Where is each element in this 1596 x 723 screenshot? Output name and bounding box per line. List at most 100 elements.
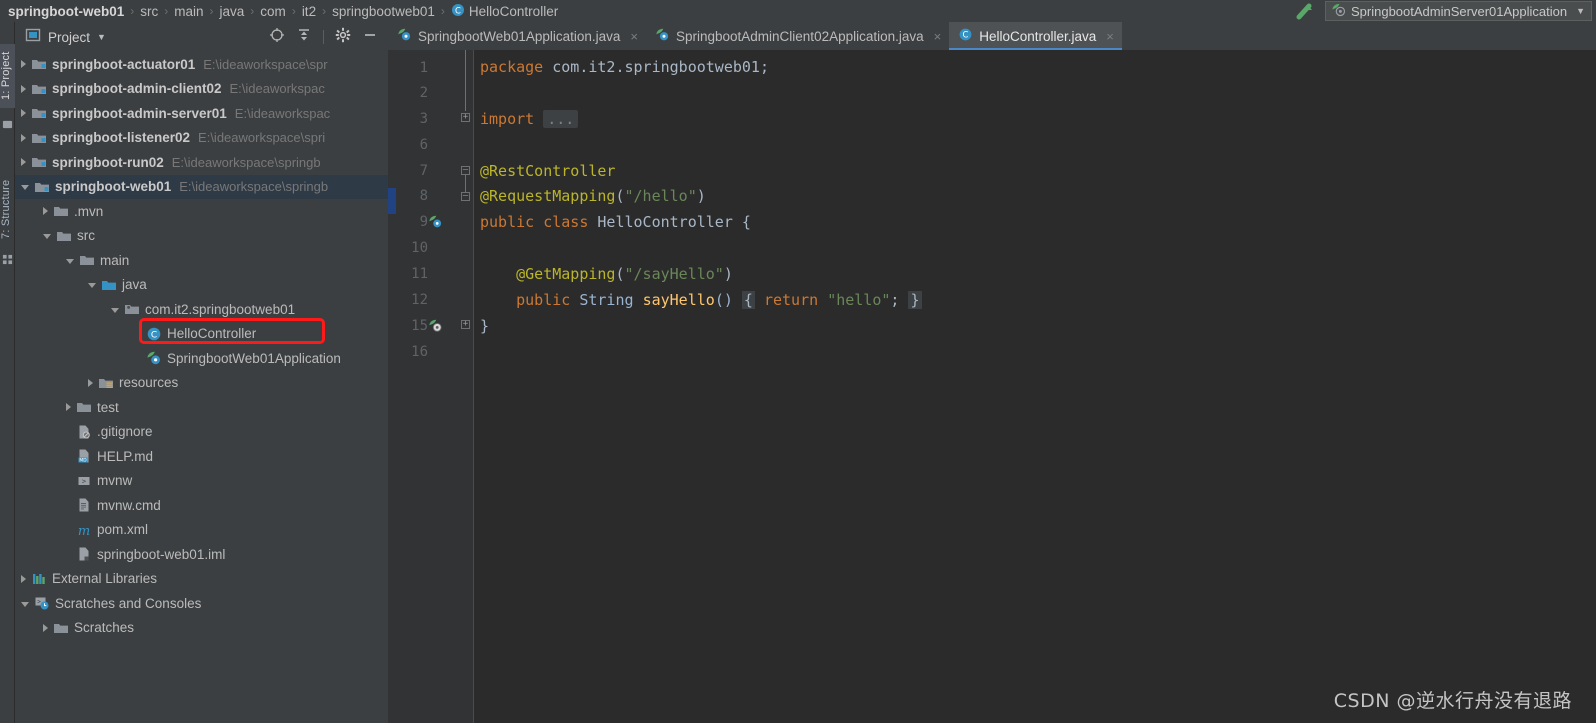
tree-item-mvnw[interactable]: > mvnw — [15, 469, 388, 494]
chevron-right-icon[interactable] — [21, 84, 26, 93]
breadcrumb-item-src[interactable]: src — [140, 4, 158, 19]
tab-springbootadminclient02application-java[interactable]: SpringbootAdminClient02Application.java … — [646, 22, 949, 50]
tree-item-gitignore[interactable]: .gitignore — [15, 420, 388, 445]
build-arrow-icon[interactable] — [1295, 2, 1319, 20]
breadcrumb-separator: › — [130, 4, 135, 18]
close-icon[interactable]: × — [1106, 29, 1114, 44]
spring-mapping-gutter-icon[interactable] — [428, 318, 443, 333]
tree-item-scratches[interactable]: Scratches — [15, 616, 388, 641]
spring-bean-gutter-icon[interactable] — [428, 214, 443, 229]
line-number: 16 — [411, 344, 428, 360]
tree-item-main[interactable]: main — [15, 248, 388, 273]
source-folder-icon — [101, 277, 117, 293]
chevron-right-icon[interactable] — [21, 158, 26, 167]
breadcrumb-item-springbootweb01[interactable]: springbootweb01 — [332, 4, 435, 19]
breadcrumb-item-java[interactable]: java — [220, 4, 245, 19]
locate-icon[interactable] — [269, 27, 285, 48]
code-text-area[interactable]: package com.it2.springbootweb01; import … — [388, 50, 1596, 723]
tree-item-label: springboot-web01.iml — [97, 546, 226, 562]
chevron-down-icon[interactable] — [66, 258, 74, 264]
tree-item-springboot-admin-client02[interactable]: springboot-admin-client02 E:\ideaworkspa… — [15, 77, 388, 102]
tree-item-springbootweb01application[interactable]: SpringbootWeb01Application — [15, 346, 388, 371]
tree-item-src[interactable]: src — [15, 224, 388, 249]
close-icon[interactable]: × — [934, 29, 942, 44]
breadcrumb-item-main[interactable]: main — [174, 4, 203, 19]
tree-item-springboot-admin-server01[interactable]: springboot-admin-server01 E:\ideaworkspa… — [15, 101, 388, 126]
tree-item-external-libraries[interactable]: External Libraries — [15, 567, 388, 592]
scratches-icon: > — [34, 595, 50, 611]
gear-icon[interactable] — [335, 27, 351, 48]
commit-icon[interactable] — [2, 117, 13, 129]
chevron-right-icon[interactable] — [43, 207, 48, 216]
chevron-down-icon[interactable] — [21, 601, 29, 607]
chevron-right-icon[interactable] — [21, 60, 26, 69]
tree-item-springboot-actuator01[interactable]: springboot-actuator01 E:\ideaworkspace\s… — [15, 52, 388, 77]
tree-item-label: springboot-admin-server01 — [52, 105, 227, 121]
chevron-right-icon[interactable] — [21, 574, 26, 583]
breadcrumb-separator: › — [291, 4, 296, 18]
folded-body-close-brace[interactable]: } — [908, 291, 922, 309]
breadcrumb-item-com[interactable]: com — [260, 4, 286, 19]
tree-item-pom-xml[interactable]: m pom.xml — [15, 518, 388, 543]
module-folder-icon — [31, 81, 47, 97]
tree-item-mvnw-cmd[interactable]: mvnw.cmd — [15, 493, 388, 518]
tab-springbootweb01application-java[interactable]: SpringbootWeb01Application.java × — [388, 22, 646, 50]
hide-panel-icon[interactable] — [362, 27, 378, 48]
favorites-icon[interactable] — [2, 252, 13, 265]
folded-body-open-brace[interactable]: { — [741, 291, 755, 309]
tree-item-scratches-and-consoles[interactable]: > Scratches and Consoles — [15, 591, 388, 616]
breadcrumb-item-it2[interactable]: it2 — [302, 4, 316, 19]
tab-label: HelloController.java — [979, 28, 1097, 44]
line-number: 1 — [419, 60, 428, 76]
fold-collapse-annotation-icon[interactable]: – — [461, 192, 470, 201]
close-icon[interactable]: × — [630, 29, 638, 44]
tree-item-springboot-run02[interactable]: springboot-run02 E:\ideaworkspace\spring… — [15, 150, 388, 175]
tree-item-path: E:\ideaworkspace\springb — [179, 179, 329, 195]
run-configuration-selector[interactable]: SpringbootAdminServer01Application ▼ — [1325, 1, 1592, 21]
tree-item-springboot-web01[interactable]: springboot-web01 E:\ideaworkspace\spring… — [15, 174, 388, 199]
chevron-right-icon[interactable] — [66, 403, 71, 412]
class-name-hellocontroller: HelloController — [597, 213, 733, 231]
module-folder-icon — [31, 105, 47, 121]
collapse-all-icon[interactable] — [296, 27, 312, 48]
editor-gutter[interactable]: 1 2 3 6 7 8 9 10 11 12 15 16 — [388, 50, 458, 723]
tree-item-java[interactable]: java — [15, 273, 388, 298]
svg-text:C: C — [151, 330, 157, 340]
tree-item-help-md[interactable]: MD HELP.md — [15, 444, 388, 469]
tree-item-springboot-listener02[interactable]: springboot-listener02 E:\ideaworkspace\s… — [15, 126, 388, 151]
chevron-down-icon[interactable] — [43, 234, 51, 240]
tree-item-springboot-web01-iml[interactable]: springboot-web01.iml — [15, 542, 388, 567]
sidebar-tab-project[interactable]: 1: Project — [0, 44, 15, 108]
chevron-down-icon[interactable] — [88, 283, 96, 289]
fold-expand-import-icon[interactable]: + — [461, 113, 470, 122]
keyword-package: package — [480, 58, 544, 76]
svg-text:C: C — [963, 30, 969, 40]
fold-collapse-class-icon[interactable]: – — [461, 166, 470, 175]
chevron-right-icon[interactable] — [21, 109, 26, 118]
tree-item-hellocontroller[interactable]: C HelloController — [15, 322, 388, 347]
sidebar-tab-structure[interactable]: 7: Structure — [0, 172, 15, 246]
breadcrumb-item-project[interactable]: springboot-web01 — [8, 4, 124, 19]
chevron-down-icon[interactable] — [111, 307, 119, 313]
folded-imports-placeholder[interactable]: ... — [543, 110, 579, 128]
tree-item-label: springboot-admin-client02 — [52, 81, 222, 97]
project-tree[interactable]: springboot-actuator01 E:\ideaworkspace\s… — [15, 52, 388, 723]
chevron-down-icon[interactable] — [21, 185, 29, 191]
chevron-right-icon[interactable] — [88, 378, 93, 387]
fold-expand-method-icon[interactable]: + — [461, 320, 470, 329]
line-number: 9 — [419, 214, 428, 230]
tree-item-mvn[interactable]: .mvn — [15, 199, 388, 224]
tree-item-resources[interactable]: resources — [15, 371, 388, 396]
annotation-restcontroller: @RestController — [480, 162, 616, 180]
chevron-down-icon[interactable]: ▼ — [97, 32, 106, 42]
chevron-right-icon[interactable] — [43, 623, 48, 632]
tab-hellocontroller-java[interactable]: C HelloController.java × — [949, 22, 1122, 50]
editor-fold-strip[interactable]: + – – + — [458, 50, 474, 723]
breadcrumb-item-hellocontroller[interactable]: HelloController — [469, 4, 558, 19]
chevron-down-icon[interactable]: ▼ — [1576, 6, 1585, 16]
tree-item-test[interactable]: test — [15, 395, 388, 420]
ide-window: springboot-web01 › src › main › java › c… — [0, 0, 1596, 723]
line-number: 7 — [419, 163, 428, 179]
tree-item-package-com-it2-springbootweb01[interactable]: com.it2.springbootweb01 — [15, 297, 388, 322]
chevron-right-icon[interactable] — [21, 133, 26, 142]
